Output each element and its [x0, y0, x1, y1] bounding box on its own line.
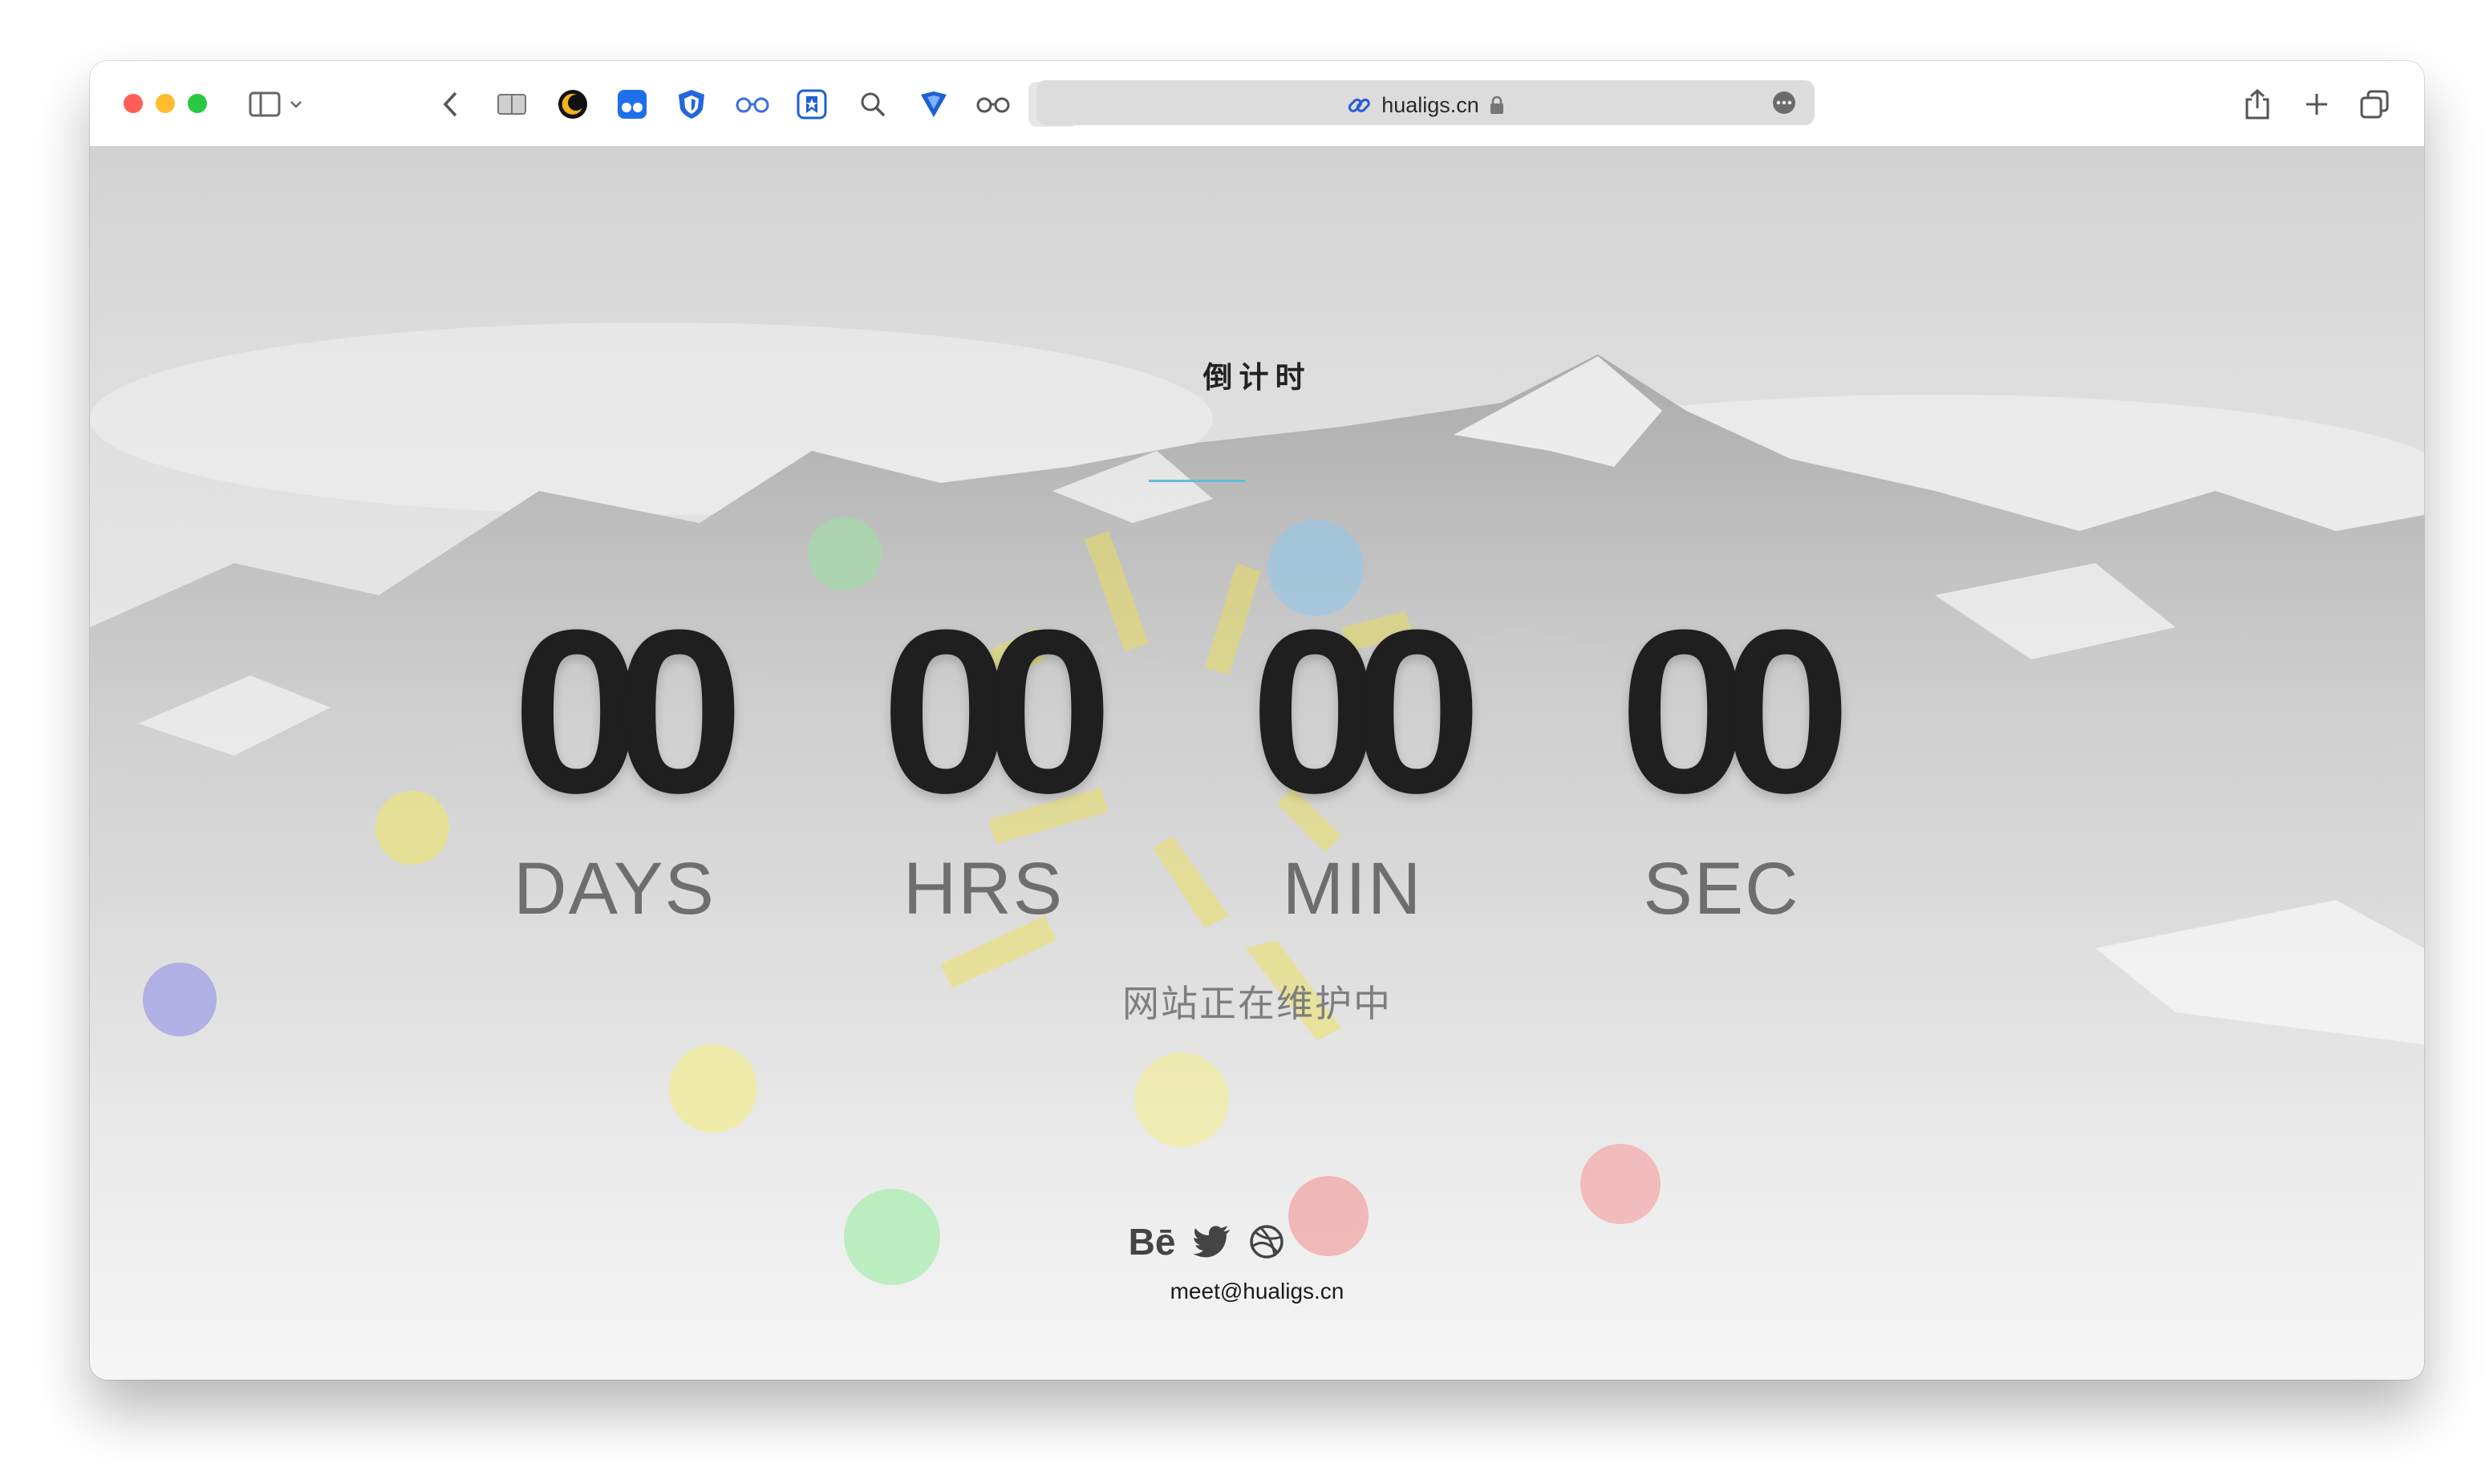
countdown-seconds: 00 SEC — [1585, 595, 1858, 931]
glasses-extension-button-2[interactable] — [972, 83, 1014, 125]
new-tab-button[interactable] — [2296, 83, 2338, 125]
page-content: 倒计时 00 DAYS 00 HRS 00 MIN 00 SEC 网站正在维护中… — [90, 146, 2424, 1380]
address-bar[interactable]: hualigs.cn — [1036, 80, 1815, 125]
page-title: 倒计时 — [1202, 361, 1312, 394]
bookmark-icon — [797, 89, 827, 120]
extension-icon — [618, 90, 647, 119]
zoom-window-button[interactable] — [188, 94, 207, 113]
countdown-label: MIN — [1282, 848, 1423, 930]
url-text: hualigs.cn — [1381, 92, 1479, 117]
dark-reader-icon — [558, 90, 587, 119]
countdown-label: DAYS — [513, 848, 716, 930]
minimize-window-button[interactable] — [156, 94, 175, 113]
countdown-hours: 00 HRS — [847, 595, 1120, 931]
back-icon — [443, 91, 457, 117]
social-links: Bē — [1110, 1218, 1303, 1266]
countdown-value: 00 — [512, 582, 744, 841]
maintenance-message: 网站正在维护中 — [1122, 983, 1392, 1024]
countdown-value: 00 — [1619, 582, 1851, 841]
search-icon — [861, 92, 886, 117]
page-menu-button[interactable] — [1773, 91, 1795, 114]
reader-extension-button[interactable] — [491, 83, 533, 125]
lock-icon — [1490, 95, 1503, 114]
bookmark-extension-button[interactable] — [791, 83, 833, 125]
dark-reader-button[interactable] — [552, 83, 594, 125]
contact-email[interactable]: meet@hualigs.cn — [90, 1279, 2424, 1304]
link-icon — [1348, 98, 1371, 112]
search-extension-button[interactable] — [852, 83, 894, 125]
countdown-value: 00 — [881, 582, 1113, 841]
countdown-label: HRS — [902, 848, 1065, 930]
browser-toolbar: hualigs.cn — [90, 61, 2424, 147]
vpn-extension-button[interactable] — [913, 83, 955, 125]
glasses-extension-button[interactable] — [732, 83, 773, 125]
extension-button[interactable] — [611, 83, 653, 125]
chevron-down-icon — [290, 101, 302, 108]
dribbble-icon[interactable] — [1249, 1224, 1284, 1259]
plus-icon — [2306, 94, 2327, 115]
title-underline — [1149, 480, 1245, 482]
browser-window: hualigs.cn 倒计时 00 DAYS 00 HRS 00 MIN 00 … — [90, 61, 2424, 1380]
sidebar-icon — [249, 91, 281, 117]
glasses-icon — [976, 97, 1010, 113]
back-button[interactable] — [430, 83, 472, 125]
behance-icon[interactable]: Bē — [1129, 1220, 1176, 1263]
more-icon — [1776, 100, 1792, 105]
twitter-icon[interactable] — [1193, 1226, 1231, 1258]
countdown-label: SEC — [1643, 848, 1800, 930]
glasses-icon — [736, 97, 769, 113]
countdown-days: 00 DAYS — [478, 595, 751, 931]
share-button[interactable] — [2237, 83, 2278, 125]
countdown-value: 00 — [1250, 582, 1482, 841]
vpn-icon — [921, 91, 947, 117]
shield-icon — [679, 90, 704, 119]
countdown-minutes: 00 MIN — [1216, 595, 1489, 931]
reader-icon — [497, 94, 526, 115]
tabs-icon — [2360, 90, 2389, 119]
sidebar-menu-button[interactable] — [284, 83, 308, 125]
share-icon — [2245, 89, 2269, 120]
shield-extension-button[interactable] — [671, 83, 712, 125]
close-window-button[interactable] — [124, 94, 143, 113]
sidebar-toggle-button[interactable] — [244, 83, 286, 125]
tab-overview-button[interactable] — [2354, 83, 2395, 125]
